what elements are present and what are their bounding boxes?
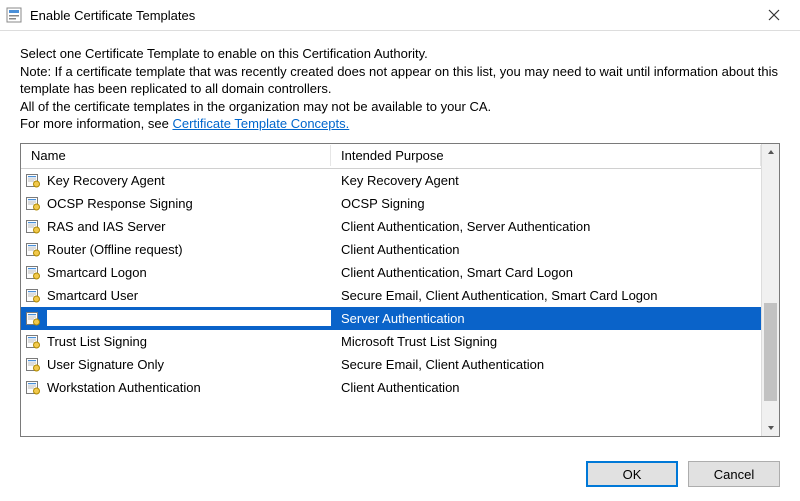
vertical-scrollbar[interactable] <box>761 144 779 436</box>
column-headers[interactable]: Name Intended Purpose <box>21 144 761 169</box>
ok-button[interactable]: OK <box>586 461 678 487</box>
table-row[interactable]: Smartcard LogonClient Authentication, Sm… <box>21 261 761 284</box>
table-row[interactable]: User Signature OnlySecure Email, Client … <box>21 353 761 376</box>
table-row[interactable]: Key Recovery AgentKey Recovery Agent <box>21 169 761 192</box>
instruction-line: Note: If a certificate template that was… <box>20 63 780 98</box>
more-info-link[interactable]: Certificate Template Concepts. <box>172 116 349 131</box>
certificate-icon <box>25 310 41 326</box>
template-name: Workstation Authentication <box>47 380 331 395</box>
template-purpose: Secure Email, Client Authentication <box>331 357 761 372</box>
instruction-line: Select one Certificate Template to enabl… <box>20 45 780 63</box>
dialog-window: Enable Certificate Templates Select one … <box>0 0 800 501</box>
table-row[interactable]: OCSP Response SigningOCSP Signing <box>21 192 761 215</box>
certificate-icon <box>25 379 41 395</box>
template-name: Router (Offline request) <box>47 242 331 257</box>
table-row[interactable]: Server Authentication <box>21 307 761 330</box>
template-name: RAS and IAS Server <box>47 219 331 234</box>
template-list[interactable]: Name Intended Purpose Key Recovery Agent… <box>20 143 780 437</box>
template-purpose: Secure Email, Client Authentication, Sma… <box>331 288 761 303</box>
template-purpose: Client Authentication <box>331 242 761 257</box>
template-purpose: OCSP Signing <box>331 196 761 211</box>
template-name: Key Recovery Agent <box>47 173 331 188</box>
titlebar: Enable Certificate Templates <box>0 0 800 31</box>
template-name: Trust List Signing <box>47 334 331 349</box>
template-purpose: Server Authentication <box>331 311 761 326</box>
instructions: Select one Certificate Template to enabl… <box>20 45 780 133</box>
certificate-icon <box>25 333 41 349</box>
template-name: Smartcard User <box>47 288 331 303</box>
template-name <box>47 310 331 326</box>
window-title: Enable Certificate Templates <box>30 8 754 23</box>
template-purpose: Client Authentication, Smart Card Logon <box>331 265 761 280</box>
column-header-name[interactable]: Name <box>21 145 331 166</box>
table-row[interactable]: Router (Offline request)Client Authentic… <box>21 238 761 261</box>
certificate-icon <box>25 264 41 280</box>
dialog-buttons: OK Cancel <box>0 447 800 501</box>
certificate-icon <box>25 356 41 372</box>
template-name: Smartcard Logon <box>47 265 331 280</box>
table-row[interactable]: RAS and IAS ServerClient Authentication,… <box>21 215 761 238</box>
scroll-track[interactable] <box>762 161 779 419</box>
cancel-button[interactable]: Cancel <box>688 461 780 487</box>
certificate-icon <box>25 172 41 188</box>
certificate-icon <box>25 195 41 211</box>
scroll-up-arrow[interactable] <box>762 144 779 161</box>
dialog-body: Select one Certificate Template to enabl… <box>0 31 800 447</box>
scroll-thumb[interactable] <box>764 303 777 401</box>
close-button[interactable] <box>754 1 794 29</box>
table-row[interactable]: Smartcard UserSecure Email, Client Authe… <box>21 284 761 307</box>
certificate-icon <box>25 218 41 234</box>
more-info-prefix: For more information, see <box>20 116 172 131</box>
scroll-down-arrow[interactable] <box>762 419 779 436</box>
table-row[interactable]: Trust List SigningMicrosoft Trust List S… <box>21 330 761 353</box>
app-icon <box>6 7 22 23</box>
column-header-purpose[interactable]: Intended Purpose <box>331 145 761 166</box>
template-purpose: Client Authentication <box>331 380 761 395</box>
template-name: OCSP Response Signing <box>47 196 331 211</box>
template-name: User Signature Only <box>47 357 331 372</box>
template-purpose: Microsoft Trust List Signing <box>331 334 761 349</box>
template-purpose: Client Authentication, Server Authentica… <box>331 219 761 234</box>
more-info: For more information, see Certificate Te… <box>20 115 780 133</box>
template-purpose: Key Recovery Agent <box>331 173 761 188</box>
instruction-line: All of the certificate templates in the … <box>20 98 780 116</box>
table-row[interactable]: Workstation AuthenticationClient Authent… <box>21 376 761 399</box>
certificate-icon <box>25 287 41 303</box>
certificate-icon <box>25 241 41 257</box>
